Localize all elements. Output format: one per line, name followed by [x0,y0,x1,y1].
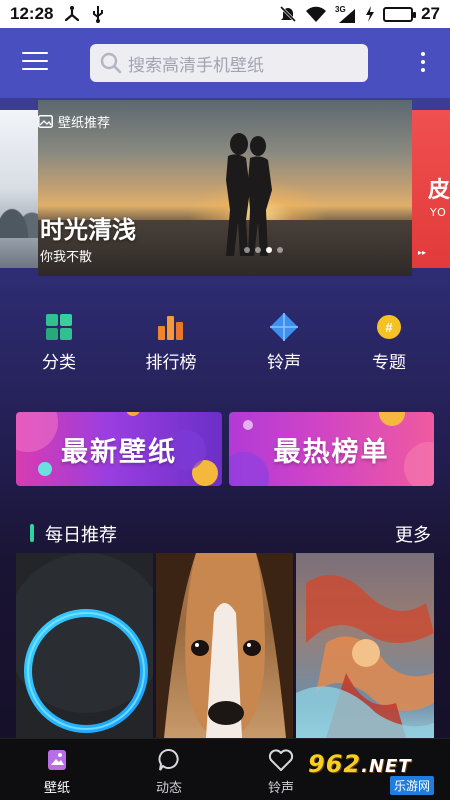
quick-nav-ranking[interactable]: 排行榜 [126,312,216,373]
chat-bubble-icon [158,749,179,771]
search-placeholder: 搜索高清手机壁纸 [128,55,264,76]
carousel-next-slide[interactable]: 皮 YO ▸▸ [412,110,450,268]
puppy-artwork [156,553,293,738]
diamond-icon [270,313,298,341]
top-bar: 搜索高清手机壁纸 [0,28,450,98]
quick-nav: 分类 排行榜 铃声 # 专题 [0,312,450,382]
next-slide-arrows-icon: ▸▸ [418,248,427,257]
banner-subtitle: 你我不散 [40,250,93,265]
bottom-nav-wallpaper[interactable]: 壁纸 [12,747,102,796]
watermark-site: 乐游网 [390,776,435,795]
carousel-dot[interactable] [255,247,261,253]
battery-percent: 27 [421,4,440,23]
bottom-nav-label: 动态 [155,781,182,796]
wallpaper-icon [48,750,66,770]
couple-silhouette [226,133,272,256]
hot-ranking-card[interactable]: 最热榜单 [229,412,434,486]
grid-icon [46,314,72,340]
quick-nav-label: 铃声 [267,353,301,373]
image-icon [38,115,53,128]
carousel-dot-active[interactable] [266,247,272,253]
daily-wallpaper-grid [16,553,434,738]
carousel-dots [244,247,283,253]
latest-wallpaper-label: 最新壁纸 [61,436,177,468]
svg-text:#: # [385,320,393,335]
banner-tag: 壁纸推荐 [38,112,110,131]
quick-nav-label: 专题 [372,353,406,373]
hashtag-icon: # [377,315,401,339]
quick-nav-category[interactable]: 分类 [14,312,104,373]
daily-section-header: 每日推荐 更多 [0,518,450,548]
monkey-king-artwork [296,575,434,738]
status-bar: 12:28 3G 27 [0,0,450,28]
daily-section-title: 每日推荐 [45,525,117,546]
battery-icon [383,6,417,22]
search-input[interactable]: 搜索高清手机壁纸 [90,44,368,82]
quick-nav-label: 分类 [42,353,76,373]
quick-nav-ringtone[interactable]: 铃声 [239,312,329,373]
carousel-prev-slide[interactable] [0,110,40,268]
daily-more-link[interactable]: 更多 [395,521,431,547]
bottom-nav-label: 铃声 [267,781,294,796]
bar-chart-icon [158,316,183,340]
banner-slide[interactable]: 壁纸推荐 时光清浅 你我不散 [38,100,412,276]
wallpaper-thumbnail[interactable] [156,553,293,738]
next-slide-subtitle: YO [430,206,447,219]
charging-icon [365,6,375,22]
next-slide-title: 皮 [428,178,450,203]
watermark-number: 962.NET [308,750,412,778]
signal-3g-icon: 3G [335,5,357,23]
banner-tag-label: 壁纸推荐 [58,116,111,131]
wallpaper-thumbnail[interactable] [296,553,434,738]
latest-wallpaper-card[interactable]: 最新壁纸 [16,412,222,486]
bottom-nav-feed[interactable]: 动态 [124,747,214,796]
svg-text:3G: 3G [335,5,346,14]
neon-ring-artwork [16,553,153,733]
more-vertical-icon[interactable] [418,52,428,76]
hot-ranking-label: 最热榜单 [273,436,390,468]
quick-nav-topic[interactable]: # 专题 [344,312,434,373]
app-screen: 12:28 3G 27 搜索高清手机壁纸 皮 YO ▸▸ 壁纸推荐 时光清浅 你… [0,0,450,800]
section-accent-bar [30,524,34,542]
mute-icon [279,5,297,23]
bottom-nav-label: 壁纸 [43,781,70,796]
site-watermark: 962.NET 乐游网 [308,748,448,796]
wallpaper-thumbnail[interactable] [16,553,153,738]
search-icon [100,52,122,74]
hamburger-icon[interactable] [22,52,48,72]
carousel-dot[interactable] [277,247,283,253]
banner-title: 时光清浅 [40,216,136,244]
share-icon [63,6,81,22]
wifi-icon [305,6,327,22]
carousel-dot[interactable] [244,247,250,253]
usb-icon [91,5,105,23]
heart-icon [268,749,294,771]
quick-nav-label: 排行榜 [145,353,197,373]
status-time: 12:28 [10,4,54,23]
